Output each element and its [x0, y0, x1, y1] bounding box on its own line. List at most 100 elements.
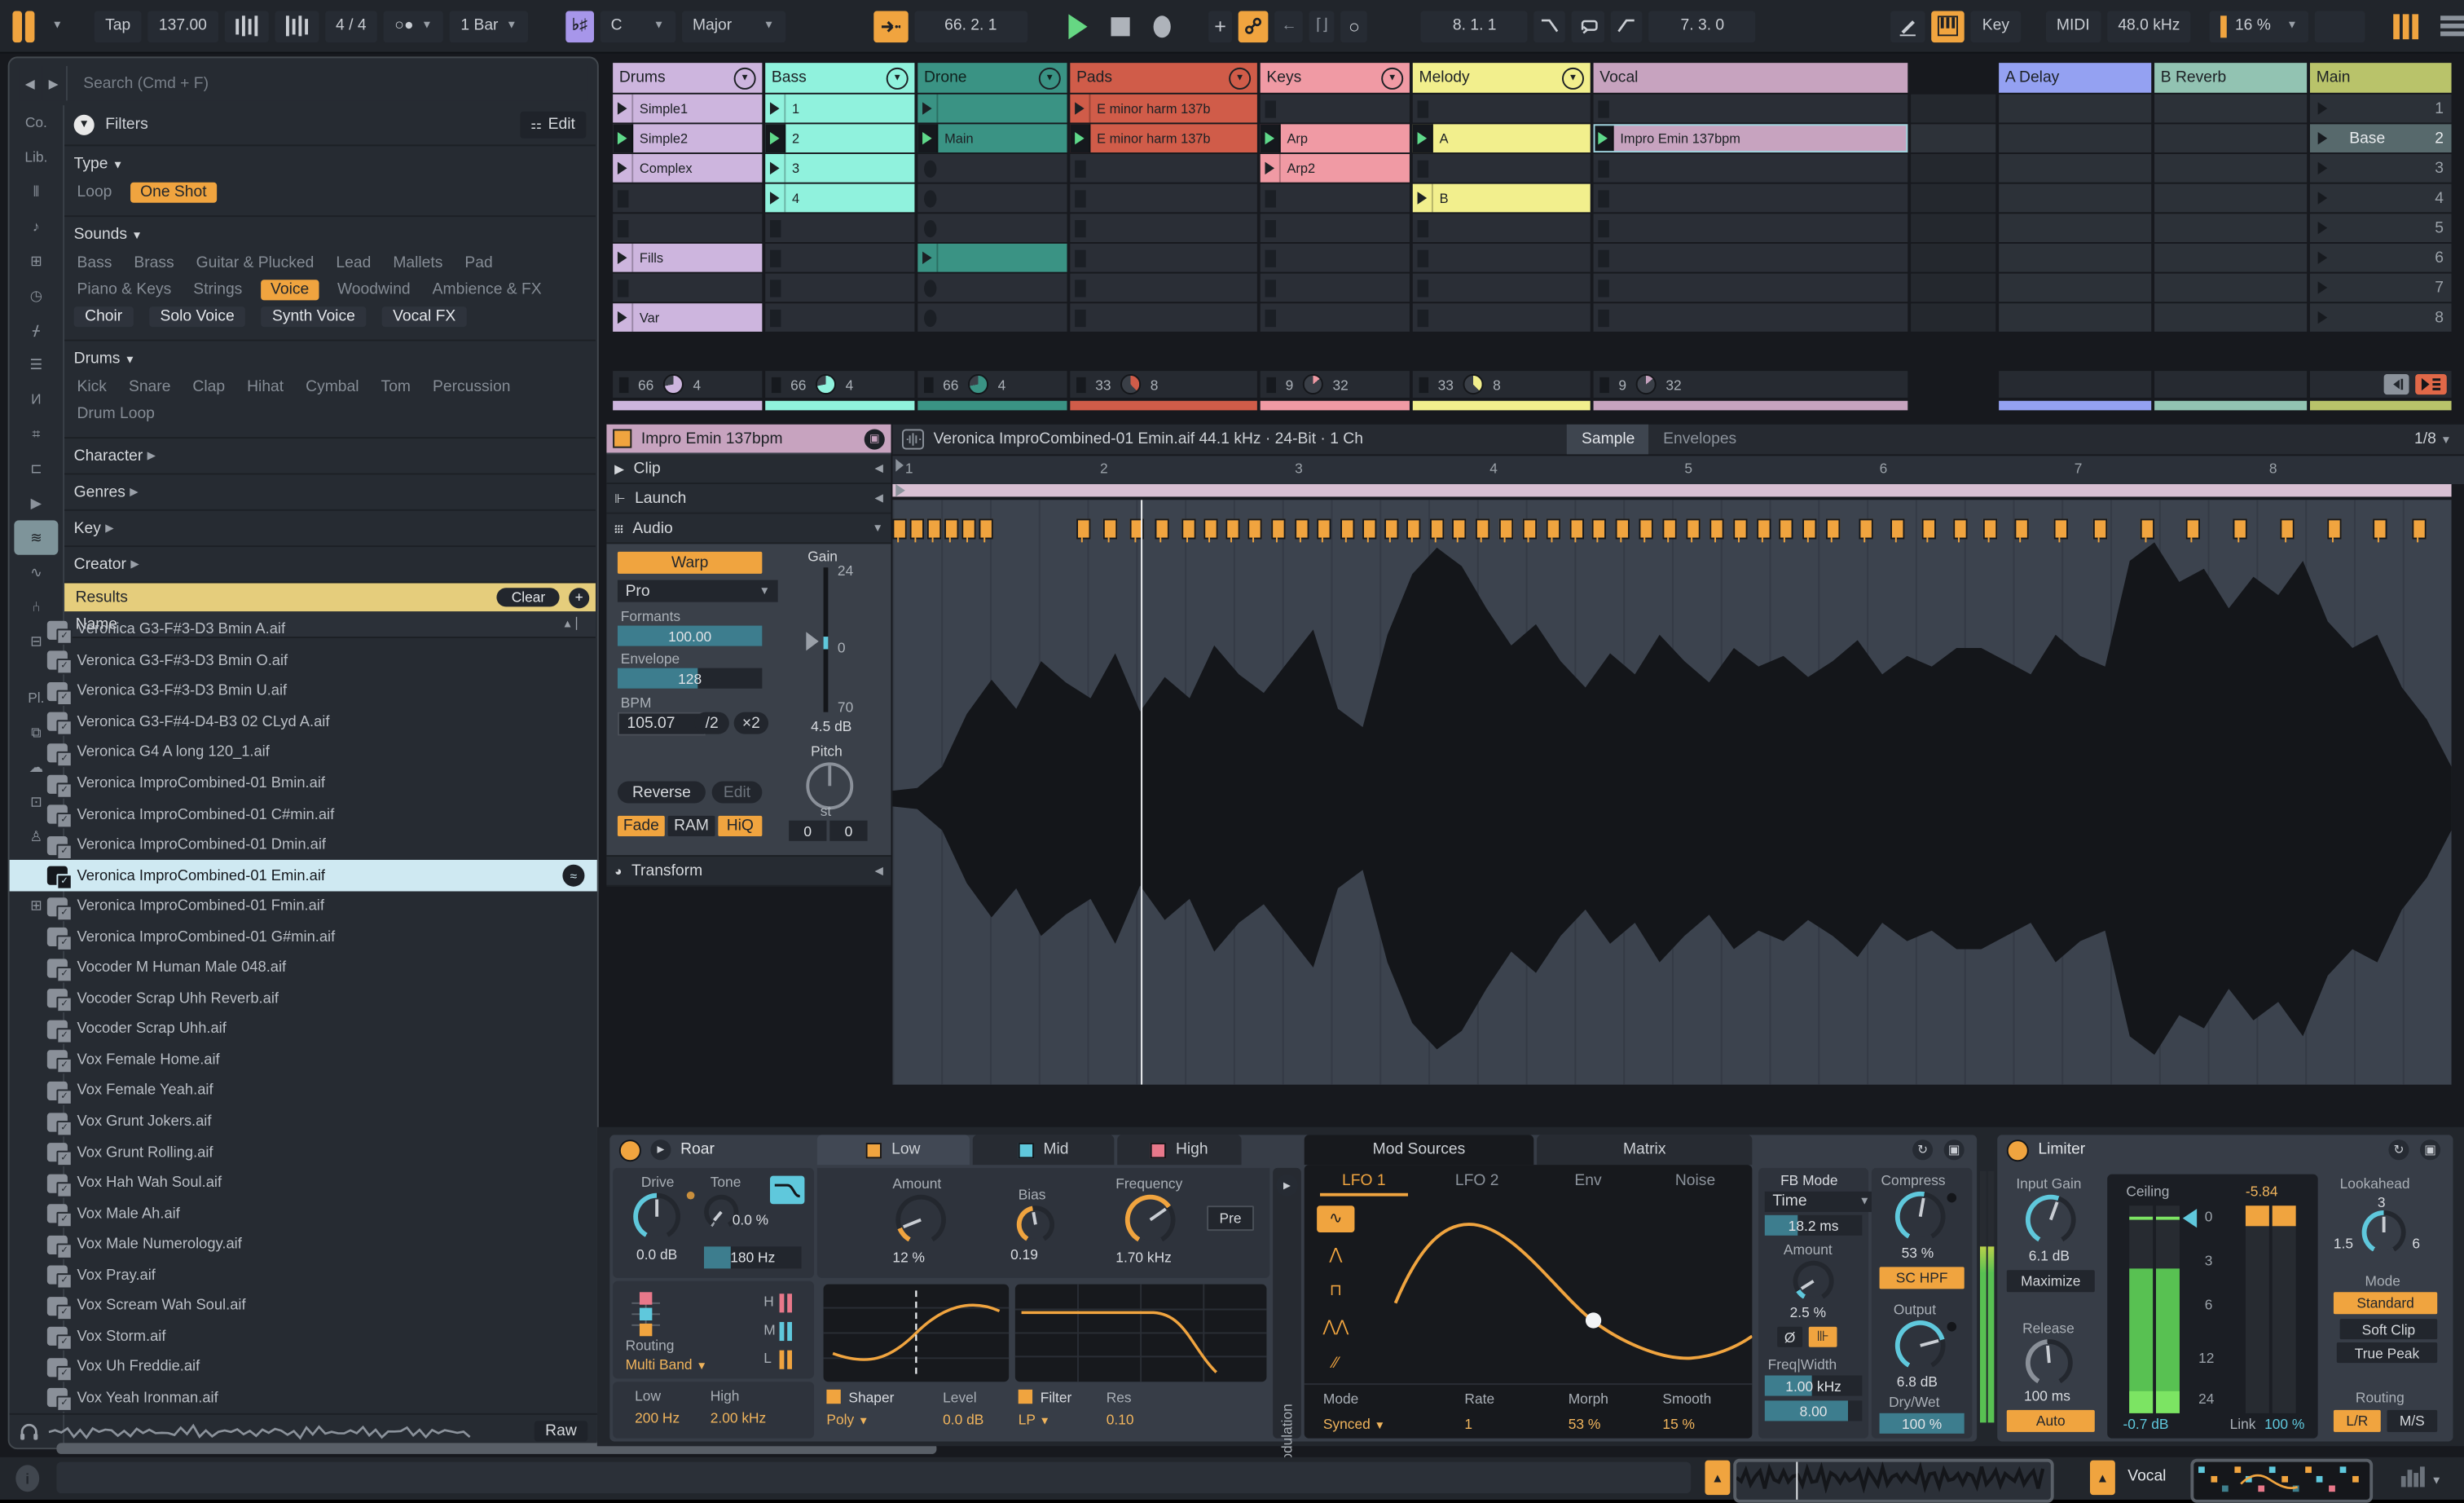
- type-title[interactable]: Type ▼: [74, 156, 587, 173]
- tap-tempo-button[interactable]: Tap: [94, 10, 142, 42]
- filter-chip[interactable]: Voice: [261, 280, 319, 301]
- save-clip-icon[interactable]: ▣: [864, 428, 885, 449]
- empty-slot[interactable]: [1260, 94, 1410, 123]
- lfo-shape-square[interactable]: ⊓: [1317, 1278, 1354, 1305]
- lfo-shape-sine[interactable]: ∿: [1317, 1205, 1355, 1232]
- filter-chip[interactable]: Tom: [378, 377, 414, 398]
- scene-launch-button[interactable]: [2317, 192, 2328, 205]
- lfo-shape-saw-down[interactable]: ⁄⁄: [1317, 1351, 1354, 1377]
- empty-slot[interactable]: [917, 303, 1067, 332]
- track-header[interactable]: B Reverb: [2154, 63, 2308, 93]
- filter-chip[interactable]: Percussion: [429, 377, 513, 398]
- filter-section-creator[interactable]: Creator ▶: [64, 547, 596, 584]
- empty-slot[interactable]: [917, 273, 1067, 302]
- sounds-title[interactable]: Sounds ▼: [74, 227, 587, 244]
- empty-slot[interactable]: [1999, 243, 2152, 272]
- scene-launch-button[interactable]: [2317, 251, 2328, 264]
- clip-launch-button[interactable]: [917, 243, 939, 272]
- clip-slot[interactable]: 1: [765, 94, 915, 123]
- clip-slot[interactable]: 2: [765, 124, 915, 153]
- empty-slot[interactable]: [1260, 214, 1410, 242]
- track-fold-icon[interactable]: ▼: [1381, 66, 1404, 89]
- lfo-shape-saw-up[interactable]: ⋀⋀: [1317, 1314, 1354, 1341]
- track-header[interactable]: A Delay: [1999, 63, 2152, 93]
- grooves-icon[interactable]: ∿: [14, 555, 58, 589]
- clip-launch-button[interactable]: [765, 153, 786, 183]
- scene-1[interactable]: 1: [2309, 94, 2452, 123]
- empty-slot[interactable]: [1412, 214, 1591, 242]
- filters-collapse-icon[interactable]: ▼: [73, 114, 95, 135]
- track-header[interactable]: Bass ▼: [765, 63, 915, 93]
- scene-6[interactable]: 6: [2309, 243, 2452, 272]
- file-row[interactable]: Veronica G3-F#4-D4-B3 02 CLyd A.aif: [10, 707, 597, 738]
- drums-title[interactable]: Drums ▼: [74, 350, 587, 368]
- stop-all-clips-button[interactable]: [2383, 373, 2409, 395]
- bpm-field[interactable]: 105.07: [617, 712, 706, 736]
- empty-slot[interactable]: [917, 183, 1067, 213]
- info-view-icon[interactable]: i: [15, 1465, 40, 1492]
- filter-chip[interactable]: Choir: [73, 306, 134, 328]
- fb-freq-slider[interactable]: 1.00 kHz: [1764, 1375, 1863, 1396]
- scene-launch-button[interactable]: [2317, 161, 2328, 175]
- clip-slot[interactable]: Main: [917, 124, 1067, 153]
- clip-launch-button[interactable]: [1593, 124, 1614, 153]
- mode-truepeak-button[interactable]: True Peak: [2336, 1342, 2438, 1364]
- scene-7[interactable]: 7: [2309, 273, 2452, 302]
- empty-slot[interactable]: [2154, 243, 2308, 272]
- computer-midi-keyboard-button[interactable]: [1932, 10, 1965, 42]
- auto-release-button[interactable]: Auto: [2006, 1409, 2095, 1432]
- clip-launch-button[interactable]: [765, 124, 786, 153]
- limiter-hotswap-icon[interactable]: ↻: [2388, 1139, 2409, 1161]
- empty-slot[interactable]: [1999, 94, 2152, 123]
- roar-save-icon[interactable]: ▣: [1943, 1139, 1965, 1161]
- transform-section-tab[interactable]: ◕ Transform ◀: [606, 855, 891, 887]
- file-row[interactable]: Vox Male Ah.aif: [10, 1198, 597, 1229]
- maximize-button[interactable]: Maximize: [2006, 1270, 2095, 1293]
- mixer-icon[interactable]: ☰: [14, 347, 58, 381]
- empty-slot[interactable]: [2154, 183, 2308, 213]
- time-signature-field[interactable]: 4 / 4: [324, 10, 378, 42]
- track-fold-icon[interactable]: ▼: [1229, 66, 1252, 89]
- clip-slot[interactable]: A: [1412, 124, 1591, 153]
- sc-hpf-button[interactable]: SC HPF: [1879, 1267, 1965, 1289]
- empty-slot[interactable]: [1412, 303, 1591, 332]
- modulation-strip[interactable]: ▶ Modulation: [1273, 1167, 1301, 1473]
- sidebar-Co.[interactable]: Co.: [14, 105, 58, 139]
- empty-slot[interactable]: [613, 183, 763, 213]
- show-device-view-button[interactable]: ▲: [2090, 1460, 2115, 1496]
- clip-launch-button[interactable]: [1070, 94, 1091, 123]
- filter-section-genres[interactable]: Genres ▶: [64, 474, 596, 511]
- file-row[interactable]: Vocoder Scrap Uhh Reverb.aif: [10, 983, 597, 1014]
- fb-width-slider[interactable]: 8.00: [1764, 1400, 1863, 1421]
- empty-slot[interactable]: [2154, 153, 2308, 183]
- empty-slot[interactable]: [1999, 303, 2152, 332]
- tab-envelopes[interactable]: Envelopes: [1649, 425, 1751, 455]
- empty-slot[interactable]: [2154, 124, 2308, 153]
- empty-slot[interactable]: [1593, 243, 1908, 272]
- scene-launch-button[interactable]: [2317, 102, 2328, 115]
- device-chain-thumbnail[interactable]: [2190, 1458, 2374, 1503]
- empty-slot[interactable]: [1999, 183, 2152, 213]
- key-scale-menu[interactable]: Major ▼: [681, 10, 785, 42]
- empty-slot[interactable]: [2154, 214, 2308, 242]
- scene-4[interactable]: 4: [2309, 183, 2452, 213]
- output-knob[interactable]: [1894, 1320, 1946, 1371]
- raw-preview-button[interactable]: Raw: [534, 1421, 588, 1442]
- roar-hotswap-icon[interactable]: ↻: [1912, 1139, 1934, 1161]
- empty-slot[interactable]: [1070, 303, 1257, 332]
- shaper-graph[interactable]: [823, 1284, 1010, 1382]
- lfo-smooth-value[interactable]: 15 %: [1662, 1417, 1695, 1432]
- empty-slot[interactable]: [2154, 94, 2308, 123]
- filter-chip[interactable]: Vocal FX: [381, 306, 467, 328]
- track-header[interactable]: Drone ▼: [917, 63, 1067, 93]
- bpm-half-button[interactable]: /2: [694, 712, 729, 734]
- clip-slot[interactable]: E minor harm 137b: [1070, 94, 1257, 123]
- empty-slot[interactable]: [1593, 94, 1908, 123]
- headphone-icon[interactable]: [19, 1421, 39, 1441]
- routing-lr-button[interactable]: L/R: [2333, 1409, 2381, 1432]
- frequency-knob[interactable]: [1124, 1194, 1176, 1245]
- empty-slot[interactable]: [765, 273, 915, 302]
- clip-launch-button[interactable]: [917, 94, 939, 123]
- empty-slot[interactable]: [1070, 183, 1257, 213]
- filters-edit-button[interactable]: ⚏ Edit: [519, 111, 587, 139]
